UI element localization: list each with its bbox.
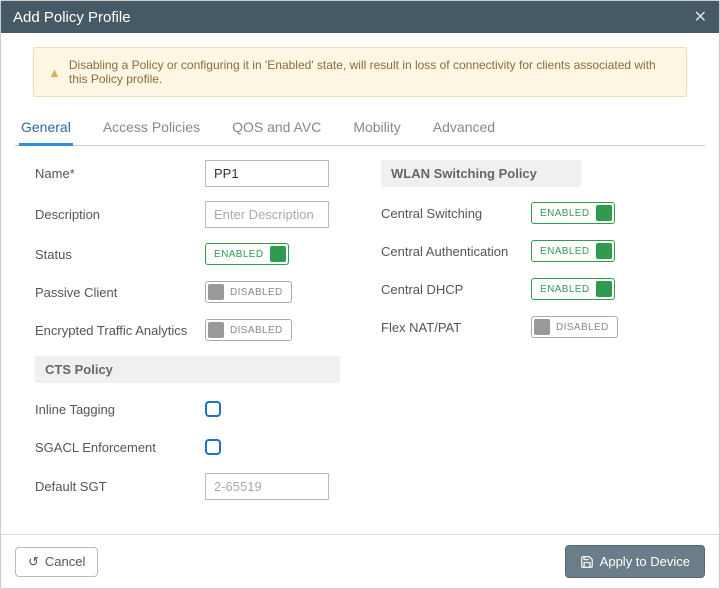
sgacl-enforcement-label: SGACL Enforcement xyxy=(35,440,205,455)
tab-strip: General Access Policies QOS and AVC Mobi… xyxy=(15,113,705,146)
right-column: WLAN Switching Policy Central Switching … xyxy=(381,160,697,514)
central-dhcp-toggle-text: ENABLED xyxy=(540,284,590,295)
status-label: Status xyxy=(35,247,205,262)
eta-label: Encrypted Traffic Analytics xyxy=(35,323,205,338)
toggle-knob-icon xyxy=(596,243,612,259)
name-input[interactable] xyxy=(205,160,329,187)
central-dhcp-label: Central DHCP xyxy=(381,282,531,297)
wlan-switching-header: WLAN Switching Policy xyxy=(381,160,581,187)
inline-tagging-label: Inline Tagging xyxy=(35,402,205,417)
apply-button[interactable]: Apply to Device xyxy=(565,545,705,578)
undo-icon: ↺ xyxy=(28,554,39,570)
eta-toggle[interactable]: DISABLED xyxy=(205,319,292,341)
tab-mobility[interactable]: Mobility xyxy=(351,113,402,145)
description-input[interactable] xyxy=(205,201,329,228)
flex-nat-toggle-text: DISABLED xyxy=(556,322,609,333)
sgacl-enforcement-checkbox[interactable] xyxy=(205,439,221,455)
save-icon xyxy=(580,555,594,569)
add-policy-profile-modal: Add Policy Profile ✕ ▲ Disabling a Polic… xyxy=(0,0,720,589)
default-sgt-label: Default SGT xyxy=(35,479,205,494)
tab-advanced[interactable]: Advanced xyxy=(431,113,497,145)
passive-client-toggle[interactable]: DISABLED xyxy=(205,281,292,303)
toggle-knob-icon xyxy=(596,205,612,221)
central-dhcp-toggle[interactable]: ENABLED xyxy=(531,278,615,300)
eta-toggle-text: DISABLED xyxy=(230,325,283,336)
central-auth-toggle-text: ENABLED xyxy=(540,246,590,257)
central-switching-toggle-text: ENABLED xyxy=(540,208,590,219)
cancel-button[interactable]: ↺ Cancel xyxy=(15,547,98,577)
apply-button-label: Apply to Device xyxy=(600,554,690,569)
toggle-knob-icon xyxy=(270,246,286,262)
flex-nat-toggle[interactable]: DISABLED xyxy=(531,316,618,338)
close-icon[interactable]: ✕ xyxy=(694,7,707,27)
modal-footer: ↺ Cancel Apply to Device xyxy=(1,534,719,588)
toggle-knob-icon xyxy=(596,281,612,297)
tab-qos-avc[interactable]: QOS and AVC xyxy=(230,113,323,145)
inline-tagging-checkbox[interactable] xyxy=(205,401,221,417)
cancel-button-label: Cancel xyxy=(45,554,85,569)
default-sgt-input[interactable] xyxy=(205,473,329,500)
status-toggle-text: ENABLED xyxy=(214,249,264,260)
description-label: Description xyxy=(35,207,205,222)
modal-titlebar: Add Policy Profile ✕ xyxy=(1,1,719,33)
toggle-knob-icon xyxy=(534,319,550,335)
tab-access-policies[interactable]: Access Policies xyxy=(101,113,202,145)
cts-policy-header: CTS Policy xyxy=(35,356,340,383)
tab-general[interactable]: General xyxy=(19,113,73,146)
flex-nat-label: Flex NAT/PAT xyxy=(381,320,531,335)
toggle-knob-icon xyxy=(208,322,224,338)
modal-title: Add Policy Profile xyxy=(13,9,131,26)
passive-client-label: Passive Client xyxy=(35,285,205,300)
name-label: Name* xyxy=(35,166,205,181)
warning-text: Disabling a Policy or configuring it in … xyxy=(69,58,672,86)
warning-banner: ▲ Disabling a Policy or configuring it i… xyxy=(33,47,687,97)
central-auth-label: Central Authentication xyxy=(381,244,531,259)
warning-icon: ▲ xyxy=(48,65,61,80)
central-switching-label: Central Switching xyxy=(381,206,531,221)
central-auth-toggle[interactable]: ENABLED xyxy=(531,240,615,262)
central-switching-toggle[interactable]: ENABLED xyxy=(531,202,615,224)
status-toggle[interactable]: ENABLED xyxy=(205,243,289,265)
passive-client-toggle-text: DISABLED xyxy=(230,287,283,298)
left-column: Name* Description Status ENABLED Passive… xyxy=(35,160,351,514)
toggle-knob-icon xyxy=(208,284,224,300)
